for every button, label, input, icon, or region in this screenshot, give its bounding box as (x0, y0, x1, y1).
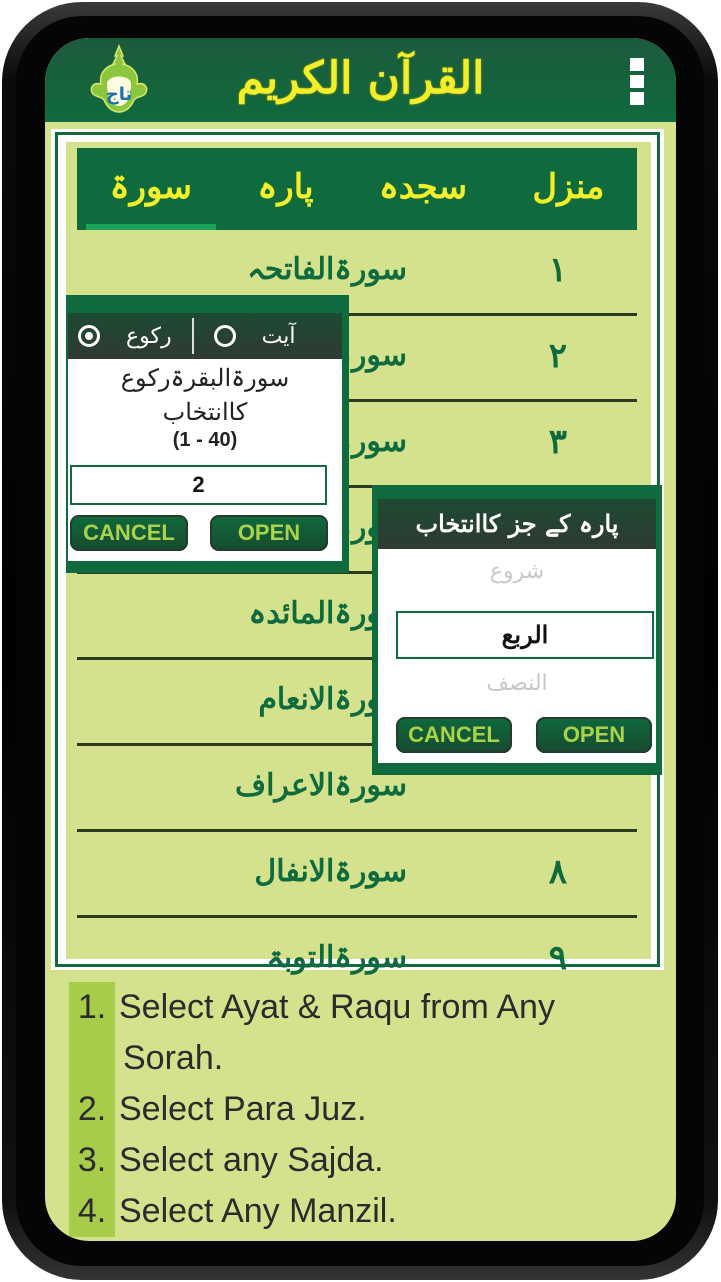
para-open-button[interactable]: OPEN (536, 717, 652, 753)
header-divider (191, 318, 194, 354)
app-bar: تاج القرآن الكريم (45, 38, 676, 122)
instruction-item: 2. Select Para Juz. (69, 1084, 659, 1135)
ruku-cancel-button[interactable]: CANCEL (70, 515, 188, 551)
surah-name: سورۃالانفال (254, 854, 407, 889)
instruction-index: 2. (69, 1084, 115, 1135)
para-dialog-title: پارہ کے جز کاانتخاب (378, 499, 656, 549)
ruku-range: (1 - 40) (172, 429, 238, 451)
message-line: سورۃالبقرۃرکوع (120, 364, 290, 392)
app-title: القرآن الكريم (236, 53, 485, 104)
instruction-index: 3. (69, 1135, 115, 1186)
tab-para[interactable]: پارہ (243, 148, 327, 230)
instruction-text: Select Ayat & Raqu from Any (119, 988, 555, 1026)
radio-ruku-label[interactable]: رکوع (126, 324, 172, 349)
radio-ayat[interactable] (213, 325, 236, 347)
tab-surah[interactable]: سورۃ (85, 148, 217, 230)
instruction-text: Select any Sajda. (119, 1141, 384, 1179)
ruku-dialog-header: رکوع آیت (68, 313, 342, 359)
message-line: کاانتخاب (162, 398, 248, 426)
picker-option[interactable]: شروع (378, 559, 656, 584)
instruction-item: 4. Select Any Manzil. (69, 1186, 659, 1237)
para-cancel-button[interactable]: CANCEL (396, 717, 512, 753)
ruku-dialog-message: سورۃالبقرۃرکوع کاانتخاب (68, 361, 342, 429)
surah-number: ٢ (548, 336, 567, 376)
instruction-item: 1. Select Ayat & Raqu from Any (69, 982, 659, 1033)
ruku-dialog-body: رکوع آیت سورۃالبقرۃرکوع کاانتخاب (1 - 40… (68, 313, 342, 561)
instruction-index: 4. (69, 1186, 115, 1237)
overflow-menu-icon[interactable] (630, 58, 644, 108)
surah-number: ٨ (548, 852, 567, 892)
instruction-index: 1. (69, 982, 115, 1033)
radio-ruku[interactable] (78, 325, 100, 347)
tab-bar: منزل سجدہ پارہ سورۃ (77, 148, 637, 230)
instruction-item: Sorah. (69, 1033, 659, 1084)
list-item[interactable]: ٨ سورۃالانفال (77, 832, 637, 918)
para-dialog-body: پارہ کے جز کاانتخاب شروع الربع النصف CAN… (378, 499, 656, 763)
tab-sajda[interactable]: سجدہ (365, 148, 481, 230)
ruku-selection-dialog: رکوع آیت سورۃالبقرۃرکوع کاانتخاب (1 - 40… (66, 295, 349, 573)
instruction-index (69, 1033, 115, 1084)
ruku-open-button[interactable]: OPEN (210, 515, 328, 551)
picker-option[interactable]: النصف (378, 671, 656, 696)
tab-manzil[interactable]: منزل (518, 148, 618, 230)
surah-number: ١ (548, 250, 567, 290)
instructions-list: 1. Select Ayat & Raqu from Any Sorah. 2. S… (69, 982, 659, 1237)
instruction-item: 3. Select any Sajda. (69, 1135, 659, 1186)
para-juz-dialog: پارہ کے جز کاانتخاب شروع الربع النصف CAN… (372, 485, 662, 775)
surah-number: ٣ (548, 422, 567, 462)
picker-selected-option[interactable]: الربع (396, 611, 654, 659)
instruction-text: Select Para Juz. (119, 1090, 367, 1128)
instruction-text: Select Any Manzil. (119, 1192, 397, 1230)
instruction-text: Sorah. (123, 1039, 224, 1077)
ruku-number-input[interactable]: 2 (70, 465, 327, 505)
radio-ayat-label[interactable]: آیت (262, 324, 296, 349)
